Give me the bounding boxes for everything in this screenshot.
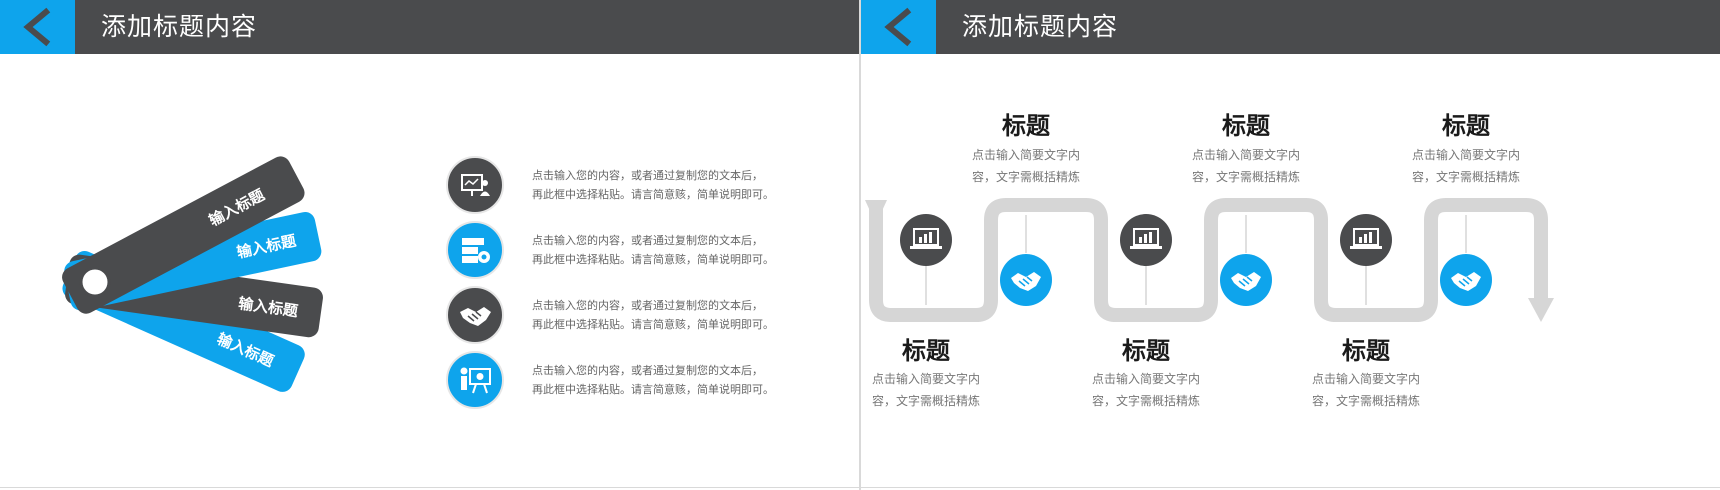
step-desc: 点击输入简要文字内 容，文字需概括精炼: [861, 368, 996, 412]
item-text-line: 再此框中选择粘贴。请言简意赅，简单说明即可。: [532, 253, 774, 266]
step-desc: 点击输入简要文字内 容，文字需概括精炼: [956, 144, 1096, 188]
step-desc-line: 点击输入简要文字内: [871, 372, 980, 386]
item-text-line: 再此框中选择粘贴。请言简意赅，简单说明即可。: [532, 188, 774, 201]
laptop-chart-icon: [1339, 213, 1393, 267]
step-title: 标题: [1122, 337, 1170, 365]
item-text-line: 点击输入您的内容，或者通过复制您的文本后，: [532, 299, 763, 312]
step-desc-line: 容，文字需概括精炼: [1411, 170, 1520, 184]
step-desc-line: 点击输入简要文字内: [1091, 372, 1200, 386]
item-icon-4: [446, 351, 504, 409]
item-text-3: 点击输入您的内容，或者通过复制您的文本后， 再此框中选择粘贴。请言简意赅，简单说…: [532, 296, 792, 334]
step-desc-line: 点击输入简要文字内: [1311, 372, 1420, 386]
slide-left: 添加标题内容 输入标题 输入标题 输入标题 输入标题 点击输入您的内容，或者通过…: [0, 0, 859, 490]
pivot-hole: [79, 266, 111, 298]
item-icon-1: [446, 156, 504, 214]
step-title: 标题: [1222, 112, 1270, 140]
item-text-2: 点击输入您的内容，或者通过复制您的文本后， 再此框中选择粘贴。请言简意赅，简单说…: [532, 231, 792, 269]
page-title: 添加标题内容: [101, 12, 258, 41]
step-desc-line: 容，文字需概括精炼: [1191, 170, 1300, 184]
step-desc: 点击输入简要文字内 容，文字需概括精炼: [1076, 368, 1216, 412]
step-desc-line: 容，文字需概括精炼: [871, 394, 980, 408]
laptop-chart-icon: [899, 213, 953, 267]
serpentine-flow: [865, 198, 1554, 322]
presenter-board-icon: [446, 351, 504, 409]
step-title: 标题: [1442, 112, 1490, 140]
bottom-rule: [0, 487, 859, 488]
laptop-chart-icon: [1119, 213, 1173, 267]
step-desc-line: 容，文字需概括精炼: [1091, 394, 1200, 408]
step-title: 标题: [1342, 337, 1390, 365]
arrow-down-icon: [865, 200, 887, 224]
item-icon-2: [446, 221, 504, 279]
presentation-user-icon: [446, 156, 504, 214]
handshake-icon: [1439, 253, 1493, 307]
item-text-line: 点击输入您的内容，或者通过复制您的文本后，: [532, 169, 763, 182]
header-bar: 添加标题内容: [0, 0, 859, 54]
step-desc: 点击输入简要文字内 容，文字需概括精炼: [1396, 144, 1536, 188]
item-text-line: 点击输入您的内容，或者通过复制您的文本后，: [532, 364, 763, 377]
item-icon-3: [446, 286, 504, 344]
step-desc: 点击输入简要文字内 容，文字需概括精炼: [1176, 144, 1316, 188]
server-gear-icon: [446, 221, 504, 279]
item-text-line: 再此框中选择粘贴。请言简意赅，简单说明即可。: [532, 383, 774, 396]
item-text-1: 点击输入您的内容，或者通过复制您的文本后， 再此框中选择粘贴。请言简意赅，简单说…: [532, 166, 792, 204]
handshake-icon: [1219, 253, 1273, 307]
step-desc-line: 点击输入简要文字内: [1191, 148, 1300, 162]
bottom-rule: [861, 487, 1720, 488]
step-desc-line: 点击输入简要文字内: [1411, 148, 1520, 162]
chevron-left-icon: [23, 7, 51, 47]
step-title: 标题: [1002, 112, 1050, 140]
fan-card-diagram: 输入标题 输入标题 输入标题 输入标题: [62, 156, 323, 392]
flow-track: [869, 198, 1548, 322]
step-desc: 点击输入简要文字内 容，文字需概括精炼: [1296, 368, 1436, 412]
arrow-down-icon: [1528, 298, 1554, 322]
step-desc-line: 容，文字需概括精炼: [1311, 394, 1420, 408]
step-title: 标题: [902, 337, 950, 365]
handshake-icon: [446, 286, 504, 344]
item-text-line: 点击输入您的内容，或者通过复制您的文本后，: [532, 234, 763, 247]
back-button[interactable]: [0, 0, 75, 54]
step-desc-line: 点击输入简要文字内: [971, 148, 1080, 162]
item-text-line: 再此框中选择粘贴。请言简意赅，简单说明即可。: [532, 318, 774, 331]
item-text-4: 点击输入您的内容，或者通过复制您的文本后， 再此框中选择粘贴。请言简意赅，简单说…: [532, 361, 792, 399]
slide-right: 添加标题内容 标题 点击输入简要文字内 容，文字需概括精炼 标题 点击输入简要文…: [861, 0, 1720, 490]
handshake-icon: [999, 253, 1053, 307]
step-desc-line: 容，文字需概括精炼: [971, 170, 1080, 184]
